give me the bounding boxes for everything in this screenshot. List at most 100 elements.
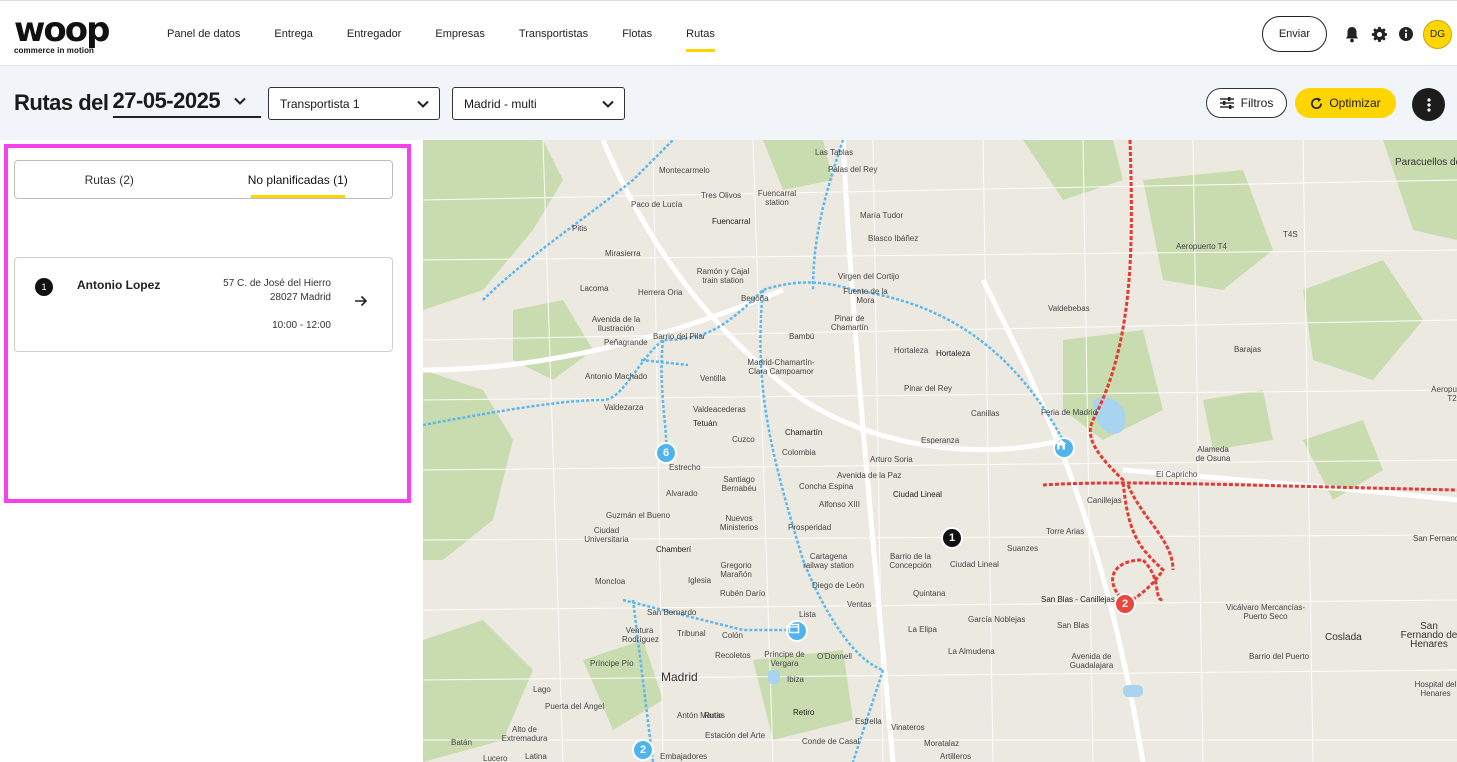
map-label: Pinar de Chamartín bbox=[830, 314, 869, 332]
route-stop-marker[interactable]: 6 bbox=[655, 442, 677, 464]
user-avatar[interactable]: DG bbox=[1423, 19, 1452, 49]
map-label: Coslada bbox=[1325, 632, 1362, 643]
map-parks bbox=[423, 140, 1457, 762]
map-label: Prosperidad bbox=[788, 523, 832, 532]
zone-select-value: Madrid - multi bbox=[464, 96, 537, 111]
map-label: Moncloa bbox=[595, 577, 626, 586]
map-label: María Tudor bbox=[860, 211, 904, 220]
map-label: Santiago Bernabéu bbox=[721, 475, 757, 493]
map-label: Fuente de la Mora bbox=[843, 287, 888, 305]
map-label: Estrella bbox=[855, 717, 882, 726]
map-label: Chamartín bbox=[785, 428, 823, 437]
route-stop-marker[interactable]: 2 bbox=[632, 739, 654, 761]
map-label: Colombia bbox=[782, 448, 816, 457]
map-label: Fuencarral bbox=[712, 217, 751, 226]
time-window: 10:00 - 12:00 bbox=[272, 320, 331, 331]
optimize-button[interactable]: Optimizar bbox=[1295, 88, 1396, 118]
nav-item-flotas[interactable]: Flotas bbox=[622, 1, 652, 67]
map-label: Embajadores bbox=[660, 752, 708, 761]
date-picker[interactable]: 27-05-2025 bbox=[112, 88, 261, 118]
map-label: El Capricho bbox=[1156, 470, 1198, 479]
nav-item-rutas[interactable]: Rutas bbox=[686, 1, 715, 67]
map-label: Esperanza bbox=[921, 436, 960, 445]
map-label: Madrid bbox=[661, 670, 698, 684]
woop-logo[interactable]: woop commerce in motion bbox=[14, 10, 124, 55]
map-label: Pinar del Rey bbox=[904, 384, 953, 393]
map-label: Palas del Rey bbox=[828, 165, 878, 174]
carrier-select[interactable]: Transportista 1 bbox=[268, 87, 440, 120]
arrow-right-icon[interactable] bbox=[354, 294, 368, 312]
more-options-button[interactable] bbox=[1412, 88, 1445, 121]
map-label: Torre Arias bbox=[1046, 527, 1085, 536]
vertical-dots-icon bbox=[1426, 97, 1431, 112]
map-label: San Bernardo bbox=[647, 608, 697, 617]
map-label: Ventura Rodríguez bbox=[622, 626, 659, 644]
date-value: 27-05-2025 bbox=[112, 88, 221, 113]
main-nav: Panel de datos Entrega Entregador Empres… bbox=[150, 1, 732, 67]
customer-name: Antonio Lopez bbox=[77, 278, 161, 292]
unplanned-delivery-card[interactable]: 1 Antonio Lopez 57 C. de José del Hierro… bbox=[14, 257, 393, 352]
map-label: Arturo Soria bbox=[870, 455, 913, 464]
map-label: Alameda de Osuna bbox=[1195, 445, 1231, 463]
map-label: Herrera Oria bbox=[638, 288, 683, 297]
map-label: Conde de Casal bbox=[802, 737, 860, 746]
map-label: Ramón y Cajal train station bbox=[696, 267, 750, 285]
map-label: Retiro bbox=[793, 708, 815, 717]
map-label: Vinateros bbox=[891, 723, 925, 732]
map-label: Mirasierra bbox=[605, 249, 641, 258]
map-highways bbox=[423, 140, 1457, 762]
map-label: Tetuán bbox=[693, 419, 718, 428]
pickup-box-icon[interactable] bbox=[786, 620, 808, 642]
nav-item-entregador[interactable]: Entregador bbox=[347, 1, 401, 67]
map-canvas[interactable] bbox=[423, 140, 1457, 762]
unplanned-stop-marker[interactable]: 1 bbox=[941, 527, 963, 549]
nav-item-panel-de-datos[interactable]: Panel de datos bbox=[167, 1, 240, 67]
filters-label: Filtros bbox=[1240, 96, 1274, 110]
bell-icon[interactable] bbox=[1340, 22, 1364, 46]
map-label: Lucero bbox=[483, 754, 508, 762]
filters-button[interactable]: Filtros bbox=[1206, 88, 1287, 118]
map-label: Madrid-Chamartín-Clara Campoamor bbox=[747, 358, 815, 376]
map-label: Ventas bbox=[847, 600, 872, 609]
address-line-1: 57 C. de José del Hierro bbox=[223, 278, 331, 289]
map-label: Tres Olivos bbox=[701, 191, 742, 200]
map-label: San Fernando de Henares bbox=[1400, 621, 1457, 650]
route-stop-marker[interactable]: 2 bbox=[1114, 593, 1136, 615]
map-label: Valdebebas bbox=[1048, 304, 1090, 313]
map-label: Ciudad Universitaria bbox=[584, 526, 629, 544]
map-label: Avenida de la Ilustración bbox=[591, 315, 641, 333]
tab-unplanned[interactable]: No planificadas (1) bbox=[204, 161, 393, 198]
map-label: Príncipe de Vergara bbox=[764, 650, 805, 668]
map-label: Latina bbox=[525, 752, 547, 761]
map-label: Paracuellos de bbox=[1395, 157, 1457, 168]
map-label: San Blas - Canillejas bbox=[1041, 595, 1115, 604]
map-label: La Almudena bbox=[948, 647, 995, 656]
map-label: Nuevos Ministerios bbox=[719, 514, 759, 532]
map-label: Iglesia bbox=[688, 576, 712, 585]
send-button[interactable]: Enviar bbox=[1261, 16, 1327, 52]
gear-icon[interactable] bbox=[1367, 22, 1391, 46]
chevron-down-icon bbox=[602, 97, 614, 111]
map-label: Puerta del Ángel bbox=[545, 702, 605, 711]
routes-side-panel: Rutas (2) No planificadas (1) 1 Antonio … bbox=[0, 140, 423, 762]
depot-home-icon[interactable] bbox=[1053, 437, 1075, 459]
map-label: Batán bbox=[451, 738, 472, 747]
map-label: Barajas bbox=[1234, 345, 1262, 354]
map-label: Alto de Extremadura bbox=[501, 725, 548, 743]
zone-select[interactable]: Madrid - multi bbox=[452, 87, 625, 120]
nav-item-transportistas[interactable]: Transportistas bbox=[519, 1, 588, 67]
map-label: García Noblejas bbox=[968, 615, 1026, 624]
info-icon[interactable] bbox=[1394, 22, 1418, 46]
nav-item-empresas[interactable]: Empresas bbox=[435, 1, 485, 67]
map-streets bbox=[423, 140, 1457, 762]
map-label: Gregorio Marañón bbox=[720, 561, 752, 579]
tab-routes[interactable]: Rutas (2) bbox=[15, 161, 204, 198]
map-label: Las Tablas bbox=[815, 148, 854, 157]
map-label: Fuencarral station bbox=[757, 189, 797, 207]
map-label: Canillas bbox=[971, 409, 1000, 418]
routes-map[interactable]: Las Tablas Palas del Rey Montecarmelo Tr… bbox=[423, 140, 1457, 762]
nav-item-entrega[interactable]: Entrega bbox=[274, 1, 313, 67]
map-label: Blasco Ibáñez bbox=[868, 234, 919, 243]
map-label: Barrio del Puerto bbox=[1249, 652, 1310, 661]
logo-wordmark: woop bbox=[14, 10, 110, 50]
